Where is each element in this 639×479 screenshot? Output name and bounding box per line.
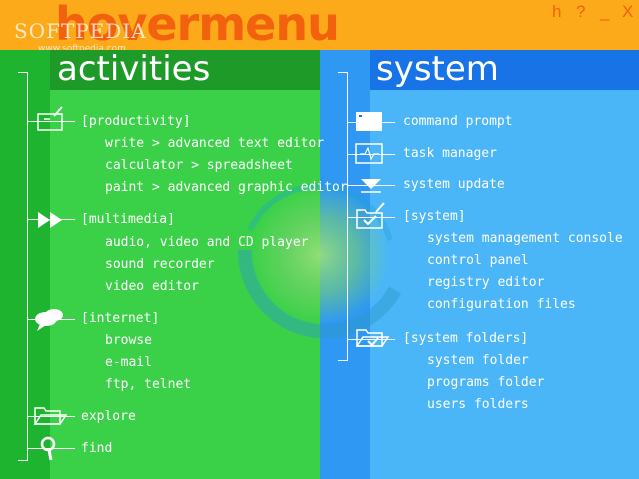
background-logo [237,183,402,339]
tree-line-cap [338,360,348,361]
menu-item-find[interactable]: find [81,441,112,457]
tree-line-cap [18,460,28,461]
menu-item-registry-editor[interactable]: registry editor [427,275,544,291]
menu-item-calculator[interactable]: calculator > spreadsheet [105,158,293,174]
activities-title: activities [57,49,211,89]
menu-item-paint[interactable]: paint > advanced graphic editor [105,180,348,196]
magnifier-icon[interactable] [40,436,58,462]
group-multimedia[interactable]: [multimedia] [81,212,175,228]
terminal-icon[interactable] [355,111,385,133]
softpedia-watermark: SOFTPEDIA [14,19,147,43]
help-button[interactable]: h [552,0,561,24]
activities-tree-line [27,72,28,460]
menu-item-write[interactable]: write > advanced text editor [105,136,324,152]
monitor-graph-icon[interactable] [355,143,385,165]
tree-line-cap [18,72,28,73]
menu-item-email[interactable]: e-mail [105,355,152,371]
chat-bubbles-icon[interactable] [32,306,66,334]
menu-item-browse[interactable]: browse [105,333,152,349]
group-productivity[interactable]: [productivity] [81,114,191,130]
system-title: system [376,49,499,89]
group-internet[interactable]: [internet] [81,311,159,327]
system-folder-icon[interactable] [354,201,388,231]
menu-item-command-prompt[interactable]: command prompt [403,114,513,130]
menu-item-ftp-telnet[interactable]: ftp, telnet [105,377,191,393]
menu-item-users-folders[interactable]: users folders [427,397,529,413]
group-system[interactable]: [system] [403,209,466,225]
menu-item-explore[interactable]: explore [81,409,136,425]
menu-item-configuration-files[interactable]: configuration files [427,297,576,313]
menu-item-system-folder[interactable]: system folder [427,353,529,369]
menu-item-media-player[interactable]: audio, video and CD player [105,235,309,251]
fast-forward-icon[interactable] [36,210,66,230]
close-button[interactable]: X [622,0,633,24]
menu-item-management-console[interactable]: system management console [427,231,623,247]
menu-item-task-manager[interactable]: task manager [403,146,497,162]
menu-item-video-editor[interactable]: video editor [105,279,199,295]
download-arrow-icon[interactable] [357,176,385,194]
menu-item-control-panel[interactable]: control panel [427,253,529,269]
folder-open-icon[interactable] [32,404,68,428]
about-button[interactable]: ? [576,0,585,24]
tree-line-cap [338,72,348,73]
menu-item-sound-recorder[interactable]: sound recorder [105,257,215,273]
folder-check-icon[interactable] [354,326,390,350]
notepad-icon[interactable] [34,104,68,134]
menu-item-system-update[interactable]: system update [403,177,505,193]
group-system-folders[interactable]: [system folders] [403,331,528,347]
minimize-button[interactable]: _ [600,0,609,24]
system-tree-line [347,72,348,360]
menu-item-programs-folder[interactable]: programs folder [427,375,544,391]
